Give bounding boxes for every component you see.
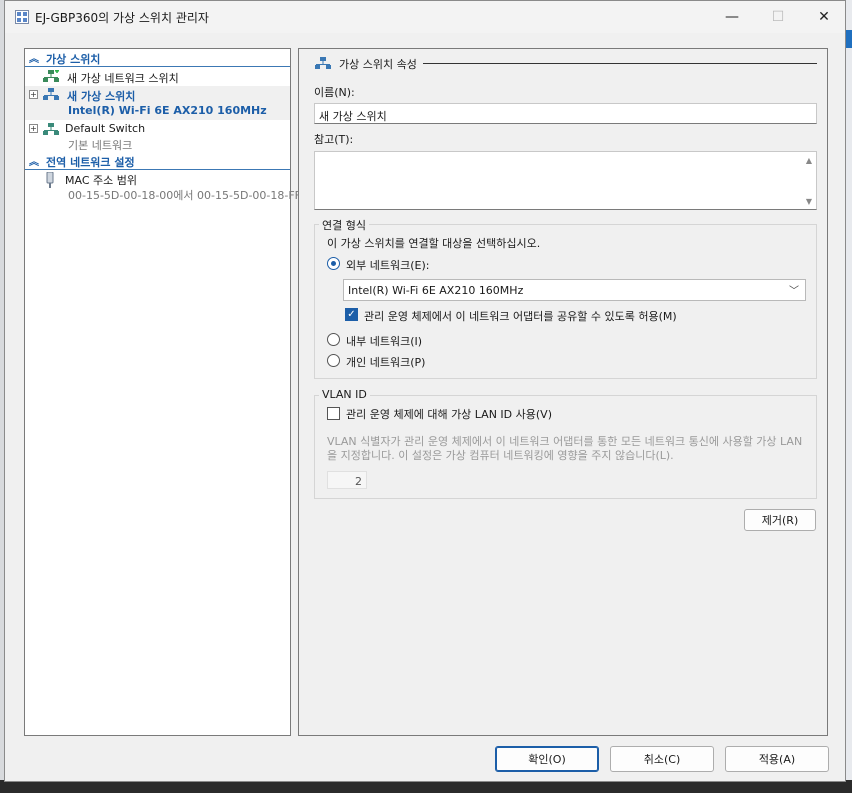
notes-label: 참고(T): xyxy=(314,133,354,146)
properties-header: 가상 스위치 속성 xyxy=(339,58,417,71)
scroll-up-icon[interactable]: ▲ xyxy=(806,156,812,165)
switch-name: Default Switch xyxy=(65,122,146,135)
section-virtual-switches-label: 가상 스위치 xyxy=(46,53,101,66)
name-input[interactable]: 새 가상 스위치 xyxy=(314,103,817,124)
switch-subtitle: 기본 네트워크 xyxy=(68,139,133,152)
allow-share-label[interactable]: 관리 운영 체제에서 이 네트워크 어댑터를 공유할 수 있도록 허용(M) xyxy=(364,308,677,324)
scroll-down-icon[interactable]: ▼ xyxy=(806,197,812,206)
internal-network-radio[interactable] xyxy=(327,333,340,346)
header-divider xyxy=(423,63,817,64)
network-switch-icon xyxy=(43,88,59,100)
private-network-label[interactable]: 개인 네트워크(P) xyxy=(346,354,425,370)
title-bar[interactable]: EJ-GBP360의 가상 스위치 관리자 — ☐ ✕ xyxy=(5,1,845,33)
notes-textarea[interactable]: ▲ ▼ xyxy=(314,151,817,210)
add-switch-icon xyxy=(43,70,59,82)
mac-address-range-item[interactable]: MAC 주소 범위 00-15-5D-00-18-00에서 00-15-5D-0… xyxy=(25,171,301,205)
expand-icon[interactable]: + xyxy=(29,90,38,99)
mac-range-label: MAC 주소 범위 xyxy=(65,174,137,187)
network-adapter-icon xyxy=(46,172,54,188)
ok-button[interactable]: 확인(O) xyxy=(495,746,599,772)
section-global-network-settings[interactable]: ︽ 전역 네트워크 설정 xyxy=(25,152,290,170)
vlan-enable-checkbox[interactable] xyxy=(327,407,340,420)
switch-properties-panel: 가상 스위치 속성 이름(N): 새 가상 스위치 참고(T): ▲ ▼ 연결 … xyxy=(298,48,828,736)
name-label: 이름(N): xyxy=(314,86,355,99)
switch-manager-icon xyxy=(15,10,29,24)
expand-icon[interactable]: + xyxy=(29,124,38,133)
connection-description: 이 가상 스위치를 연결할 대상을 선택하십시오. xyxy=(327,237,541,250)
virtual-switch-manager-window: EJ-GBP360의 가상 스위치 관리자 — ☐ ✕ ︽ 가상 스위치 새 가… xyxy=(4,0,846,782)
minimize-button[interactable]: — xyxy=(709,1,755,33)
collapse-chevron-icon[interactable]: ︽ xyxy=(29,50,39,65)
external-network-radio[interactable] xyxy=(327,257,340,270)
network-switch-icon xyxy=(43,123,59,135)
vlan-description: VLAN 식별자가 관리 운영 체제에서 이 네트워크 어댑터를 통한 모든 네… xyxy=(327,435,803,462)
collapse-chevron-icon[interactable]: ︽ xyxy=(29,153,39,168)
name-input-value: 새 가상 스위치 xyxy=(319,110,387,123)
external-adapter-value: Intel(R) Wi-Fi 6E AX210 160MHz xyxy=(348,284,524,297)
external-network-label[interactable]: 외부 네트워크(E): xyxy=(346,257,429,273)
new-virtual-switch-item[interactable]: 새 가상 네트워크 스위치 xyxy=(25,67,290,85)
section-global-label: 전역 네트워크 설정 xyxy=(46,156,135,169)
cancel-button[interactable]: 취소(C) xyxy=(610,746,714,772)
chevron-down-icon: ﹀ xyxy=(789,286,799,297)
maximize-button[interactable]: ☐ xyxy=(755,1,801,33)
vlan-enable-label[interactable]: 관리 운영 체제에 대해 가상 LAN ID 사용(V) xyxy=(346,406,552,422)
vlan-id-input: 2 xyxy=(327,471,367,489)
new-virtual-switch-label: 새 가상 네트워크 스위치 xyxy=(67,72,179,85)
background-window-right xyxy=(846,0,852,793)
vlan-id-value: 2 xyxy=(355,475,362,488)
switch-tree-panel: ︽ 가상 스위치 새 가상 네트워크 스위치 + 새 가상 스위치 Intel(… xyxy=(24,48,301,736)
vlan-title: VLAN ID xyxy=(319,388,370,401)
switch-adapter: Intel(R) Wi-Fi 6E AX210 160MHz xyxy=(68,104,267,117)
apply-button[interactable]: 적용(A) xyxy=(725,746,829,772)
private-network-radio[interactable] xyxy=(327,354,340,367)
remove-button[interactable]: 제거(R) xyxy=(744,509,816,531)
mac-range-value: 00-15-5D-00-18-00에서 00-15-5D-00-18-FF xyxy=(68,189,301,202)
close-button[interactable]: ✕ xyxy=(801,1,847,33)
window-title: EJ-GBP360의 가상 스위치 관리자 xyxy=(35,11,209,25)
external-adapter-select[interactable]: Intel(R) Wi-Fi 6E AX210 160MHz ﹀ xyxy=(343,279,806,301)
allow-share-checkbox[interactable]: ✓ xyxy=(345,308,358,321)
section-virtual-switches[interactable]: ︽ 가상 스위치 xyxy=(25,49,290,67)
internal-network-label[interactable]: 내부 네트워크(I) xyxy=(346,333,422,349)
connection-type-title: 연결 형식 xyxy=(319,217,369,233)
switch-item-new-virtual-switch[interactable]: + 새 가상 스위치 Intel(R) Wi-Fi 6E AX210 160MH… xyxy=(25,86,290,120)
switch-name: 새 가상 스위치 xyxy=(67,90,136,103)
switch-item-default-switch[interactable]: + Default Switch 기본 네트워크 xyxy=(25,121,290,155)
network-switch-icon xyxy=(315,57,331,69)
